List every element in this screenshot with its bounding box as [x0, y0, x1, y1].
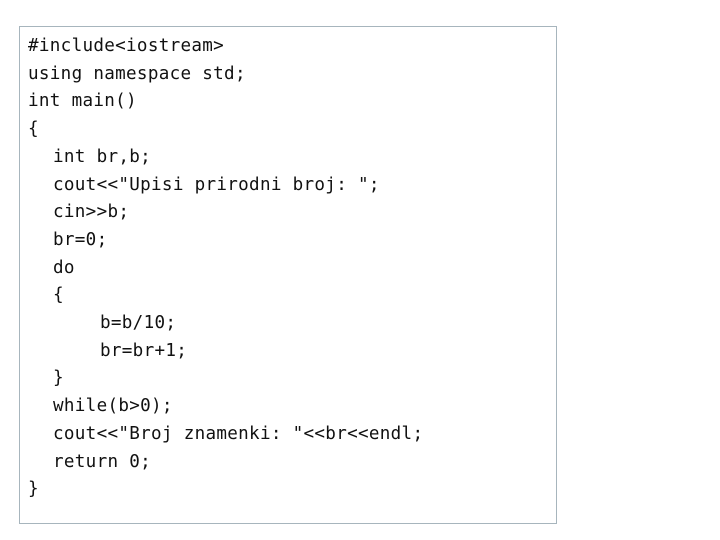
- code-line-do: do: [53, 257, 75, 278]
- code-line-return: return 0;: [53, 451, 152, 472]
- code-line-prompt-output: cout<<"Upisi prirodni broj: ";: [53, 174, 380, 195]
- code-line-main-close-brace: }: [28, 479, 39, 500]
- code-line-declaration: int br,b;: [53, 146, 152, 167]
- code-line-while: while(b>0);: [53, 396, 173, 417]
- code-listing: #include<iostream> using namespace std; …: [19, 26, 557, 524]
- code-line-do-close-brace: }: [53, 368, 64, 389]
- code-line-using-namespace: using namespace std;: [28, 63, 246, 84]
- code-line-include: #include<iostream>: [28, 36, 225, 56]
- code-line-do-open-brace: {: [53, 285, 64, 306]
- code-line-init-counter: br=0;: [53, 229, 108, 250]
- code-line-main-open-brace: {: [28, 119, 39, 140]
- code-line-main-signature: int main(): [28, 91, 137, 112]
- code-line-divide: b=b/10;: [100, 313, 177, 333]
- code-line-input: cin>>b;: [53, 202, 130, 223]
- code-line-increment: br=br+1;: [100, 340, 188, 361]
- code-line-result-output: cout<<"Broj znamenki: "<<br<<endl;: [53, 423, 424, 444]
